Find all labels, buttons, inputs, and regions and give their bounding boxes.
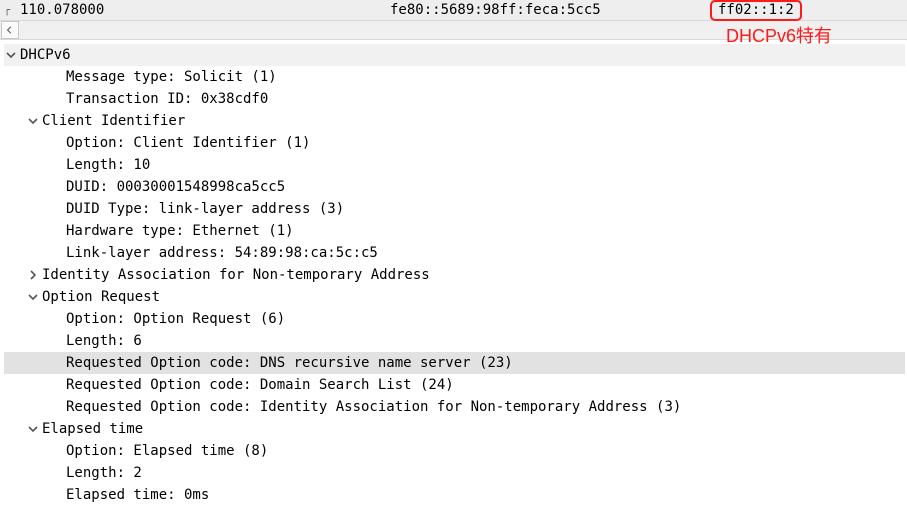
- column-destination-container: ff02::1:2: [710, 0, 802, 21]
- tree-leaf-transaction-id[interactable]: Transaction ID: 0x38cdf0: [4, 88, 905, 110]
- tree-leaf-or-code-dns[interactable]: Requested Option code: DNS recursive nam…: [4, 352, 905, 374]
- tree-label: Option: Client Identifier (1): [66, 135, 310, 151]
- tree-label: Hardware type: Ethernet (1): [66, 223, 294, 239]
- tree-leaf-et-option[interactable]: Option: Elapsed time (8): [4, 440, 905, 462]
- packet-list-row[interactable]: ┌ 110.078000 fe80::5689:98ff:feca:5cc5 f…: [0, 0, 907, 21]
- tree-label: Transaction ID: 0x38cdf0: [66, 91, 268, 107]
- tree-label: DUID Type: link-layer address (3): [66, 201, 344, 217]
- tree-label: Option: Elapsed time (8): [66, 443, 268, 459]
- tree-leaf-ci-duid[interactable]: DUID: 00030001548998ca5cc5: [4, 176, 905, 198]
- tree-label: Requested Option code: Domain Search Lis…: [66, 377, 454, 393]
- tree-leaf-message-type[interactable]: Message type: Solicit (1): [4, 66, 905, 88]
- tree-leaf-or-length[interactable]: Length: 6: [4, 330, 905, 352]
- tree-label: Elapsed time: 0ms: [66, 487, 209, 503]
- chevron-down-icon: [26, 290, 40, 304]
- tree-node-dhcpv6[interactable]: DHCPv6: [4, 44, 905, 66]
- tree-label: DUID: 00030001548998ca5cc5: [66, 179, 285, 195]
- tree-node-option-request[interactable]: Option Request: [4, 286, 905, 308]
- tree-label: Identity Association for Non-temporary A…: [42, 267, 430, 283]
- tree-leaf-or-code-iana[interactable]: Requested Option code: Identity Associat…: [4, 396, 905, 418]
- tree-leaf-or-option[interactable]: Option: Option Request (6): [4, 308, 905, 330]
- tree-label: Message type: Solicit (1): [66, 69, 277, 85]
- horizontal-scrollbar[interactable]: [0, 21, 907, 40]
- tree-leaf-ci-option[interactable]: Option: Client Identifier (1): [4, 132, 905, 154]
- chevron-down-icon: [4, 48, 18, 62]
- tree-leaf-et-time[interactable]: Elapsed time: 0ms: [4, 484, 905, 506]
- tree-leaf-ci-hw-type[interactable]: Hardware type: Ethernet (1): [4, 220, 905, 242]
- column-time: 110.078000: [20, 2, 390, 18]
- tree-leaf-ci-duid-type[interactable]: DUID Type: link-layer address (3): [4, 198, 905, 220]
- column-source: fe80::5689:98ff:feca:5cc5: [390, 2, 710, 18]
- tree-leaf-ci-length[interactable]: Length: 10: [4, 154, 905, 176]
- tree-label: Requested Option code: DNS recursive nam…: [66, 355, 513, 371]
- column-destination-highlight: ff02::1:2: [710, 0, 802, 21]
- tree-label: Elapsed time: [42, 421, 143, 437]
- tree-label: DHCPv6: [20, 47, 71, 63]
- tree-leaf-et-length[interactable]: Length: 2: [4, 462, 905, 484]
- chevron-down-icon: [26, 114, 40, 128]
- tree-node-elapsed-time[interactable]: Elapsed time: [4, 418, 905, 440]
- tree-leaf-ci-ll-addr[interactable]: Link-layer address: 54:89:98:ca:5c:c5: [4, 242, 905, 264]
- tree-label: Length: 2: [66, 465, 142, 481]
- tree-leaf-or-code-domain[interactable]: Requested Option code: Domain Search Lis…: [4, 374, 905, 396]
- tree-node-iana[interactable]: Identity Association for Non-temporary A…: [4, 264, 905, 286]
- tree-label: Option: Option Request (6): [66, 311, 285, 327]
- tree-label: Length: 6: [66, 333, 142, 349]
- tree-label: Length: 10: [66, 157, 150, 173]
- row-marker-icon: ┌: [4, 5, 20, 16]
- packet-details-tree[interactable]: DHCPv6 Message type: Solicit (1) Transac…: [0, 40, 907, 506]
- tree-label: Option Request: [42, 289, 160, 305]
- chevron-right-icon: [26, 268, 40, 282]
- tree-node-client-identifier[interactable]: Client Identifier: [4, 110, 905, 132]
- chevron-down-icon: [26, 422, 40, 436]
- tree-label: Link-layer address: 54:89:98:ca:5c:c5: [66, 245, 378, 261]
- tree-label: Client Identifier: [42, 113, 185, 129]
- scrollbar-left-button[interactable]: [1, 21, 19, 39]
- tree-label: Requested Option code: Identity Associat…: [66, 399, 681, 415]
